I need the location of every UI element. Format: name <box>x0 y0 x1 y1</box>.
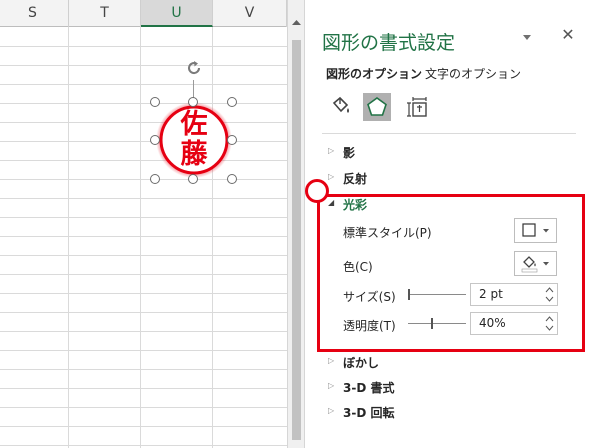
grid-line <box>0 331 287 332</box>
section-shadow[interactable]: 影 <box>343 144 355 161</box>
size-properties-icon[interactable] <box>404 93 432 121</box>
stamp-text-bottom: 藤 <box>180 139 208 170</box>
pane-title: 図形の書式設定 <box>322 32 456 54</box>
vertical-scrollbar[interactable] <box>287 0 305 448</box>
grid-line <box>0 426 287 427</box>
resize-handle[interactable] <box>188 97 198 107</box>
grid-line <box>0 236 287 237</box>
column-header-t[interactable]: T <box>69 0 141 27</box>
pane-divider <box>322 133 576 134</box>
column-header-v[interactable]: V <box>213 0 287 27</box>
scroll-thumb[interactable] <box>292 40 301 440</box>
excel-window: S T U V 佐 藤 図形の書式設定 ✕ 図形のオプション 文字のオプション … <box>0 0 592 448</box>
effects-tab[interactable] <box>363 93 391 121</box>
rotate-handle-icon[interactable] <box>184 58 204 78</box>
expand-icon[interactable]: ▷ <box>328 356 334 365</box>
resize-handle[interactable] <box>188 174 198 184</box>
grid-line <box>212 27 213 448</box>
section-3d-rotation[interactable]: 3-D 回転 <box>343 404 394 421</box>
grid-line <box>0 350 287 351</box>
grid-line <box>0 103 287 104</box>
scroll-up-icon[interactable] <box>290 16 303 29</box>
expand-icon[interactable]: ▷ <box>328 381 334 390</box>
stamp-text-top: 佐 <box>180 109 208 140</box>
grid-line <box>0 141 287 142</box>
hanko-stamp-shape[interactable]: 佐 藤 <box>155 101 233 179</box>
resize-handle[interactable] <box>150 135 160 145</box>
grid-line <box>0 312 287 313</box>
tab-text-options[interactable]: 文字のオプション <box>425 65 521 82</box>
grid-line <box>0 179 287 180</box>
effects-icon <box>367 97 387 116</box>
annotation-marker-circle <box>305 179 329 203</box>
section-3d-format[interactable]: 3-D 書式 <box>343 379 394 396</box>
grid-line <box>0 46 287 47</box>
grid-line <box>0 445 287 446</box>
column-header-row: S T U V <box>0 0 287 27</box>
grid-line <box>0 293 287 294</box>
grid-line <box>0 369 287 370</box>
tab-shape-options[interactable]: 図形のオプション <box>326 65 422 82</box>
pane-menu-icon[interactable] <box>520 30 534 44</box>
grid-line <box>0 122 287 123</box>
resize-handle[interactable] <box>150 174 160 184</box>
expand-icon[interactable]: ▷ <box>328 406 334 415</box>
grid-line <box>140 27 141 448</box>
fill-line-icon[interactable] <box>326 93 354 121</box>
grid-line <box>0 160 287 161</box>
resize-handle[interactable] <box>227 174 237 184</box>
grid-line <box>0 65 287 66</box>
resize-handle[interactable] <box>227 97 237 107</box>
grid-line <box>0 255 287 256</box>
expand-icon[interactable]: ▷ <box>328 146 334 155</box>
grid-line <box>0 84 287 85</box>
expand-icon[interactable]: ▷ <box>328 172 334 181</box>
grid-line <box>68 27 69 448</box>
worksheet-grid[interactable]: S T U V 佐 藤 <box>0 0 287 448</box>
column-header-s[interactable]: S <box>0 0 69 27</box>
grid-line <box>0 198 287 199</box>
close-icon[interactable]: ✕ <box>560 27 576 43</box>
grid-line <box>0 274 287 275</box>
grid-line <box>0 388 287 389</box>
resize-handle[interactable] <box>227 135 237 145</box>
column-header-u[interactable]: U <box>141 0 213 27</box>
section-soft-edges[interactable]: ぼかし <box>343 354 379 371</box>
grid-line <box>0 407 287 408</box>
annotation-highlight-box <box>317 194 585 352</box>
resize-handle[interactable] <box>150 97 160 107</box>
section-reflection[interactable]: 反射 <box>343 170 367 187</box>
grid-line <box>0 217 287 218</box>
